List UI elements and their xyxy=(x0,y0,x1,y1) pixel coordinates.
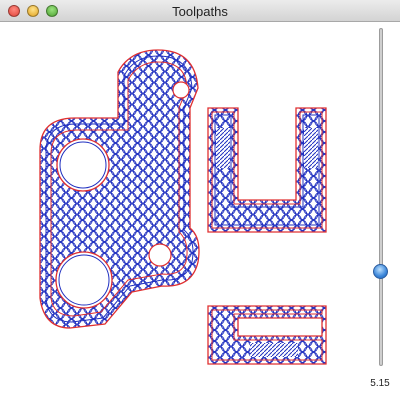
toolpath-canvas xyxy=(39,49,327,365)
part-u xyxy=(207,107,327,233)
part-left xyxy=(39,49,200,329)
slider-value: 5.15 xyxy=(370,378,390,389)
part-l xyxy=(207,305,327,365)
toolpaths-window: Toolpaths 5.15 xyxy=(0,0,400,400)
window-title: Toolpaths xyxy=(172,4,228,19)
offset-slider-knob[interactable] xyxy=(373,263,388,279)
offset-slider-track[interactable] xyxy=(379,28,383,366)
title-bar: Toolpaths xyxy=(0,0,400,22)
